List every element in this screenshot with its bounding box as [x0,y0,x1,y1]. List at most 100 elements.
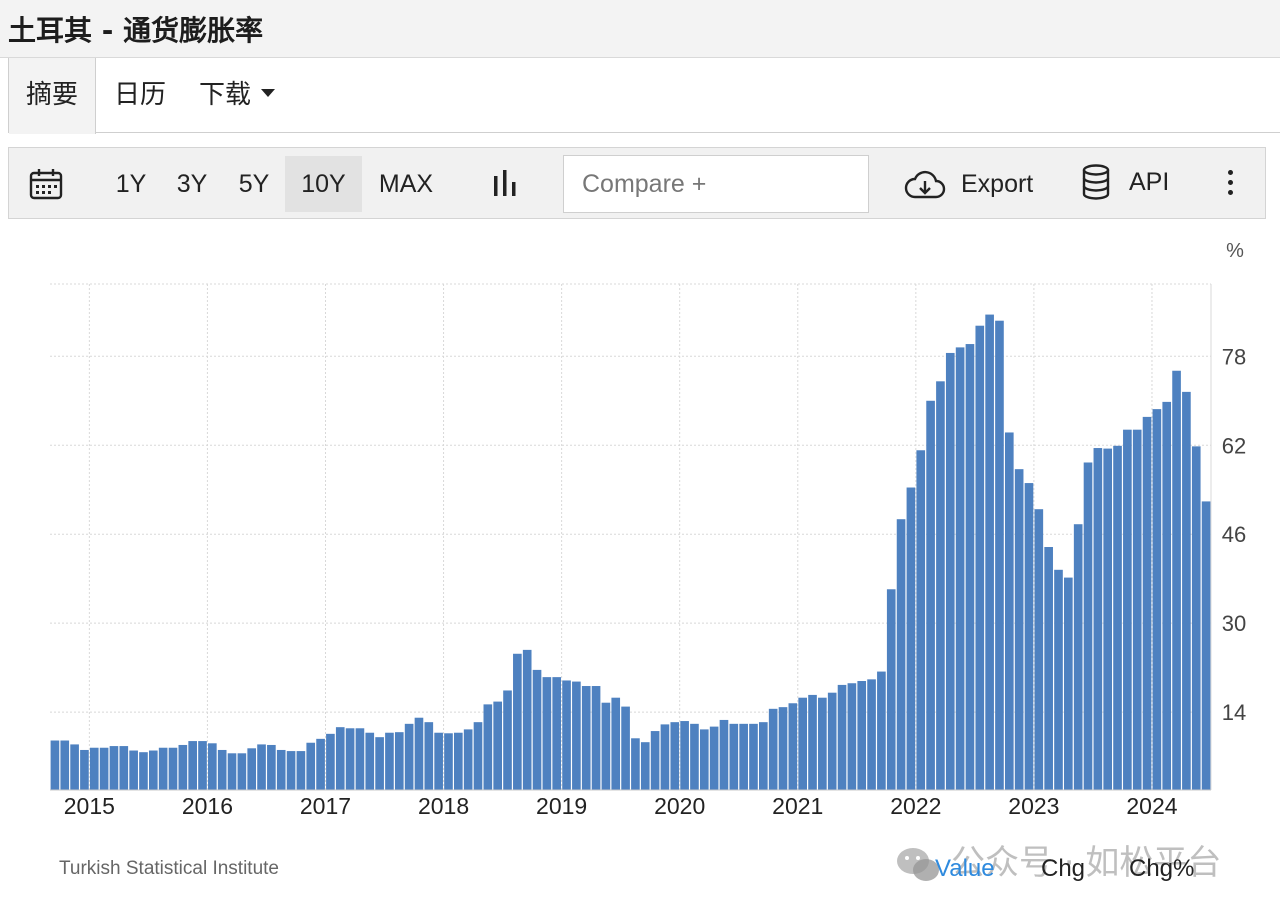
bar [463,729,473,790]
bar [886,589,896,790]
bar [591,686,601,790]
range-3y-button[interactable]: 3Y [166,156,218,212]
bar [896,519,906,790]
bar [621,706,630,790]
bar [1191,446,1201,790]
bar [424,722,434,790]
bar [650,731,660,790]
bar [532,669,542,790]
bar [513,653,522,790]
y-unit-label: % [1226,240,1244,262]
tab-download[interactable]: 下载 [199,58,276,133]
bar [1044,547,1053,790]
tab-calendar[interactable]: 日历 [114,58,166,133]
bar [719,719,729,790]
tab-bar: 摘要 日历 下载 [8,58,1280,134]
bar [965,344,975,790]
bar [1113,445,1122,790]
bar [749,723,758,790]
bar [257,744,266,790]
bar [857,681,867,790]
bar [631,738,640,790]
bar [99,747,109,790]
bar [355,728,365,790]
bar [119,746,129,790]
bar [316,738,325,790]
x-tick-label: 2015 [64,793,115,819]
bar [778,707,788,790]
calendar-icon[interactable] [29,168,63,200]
range-1y-button[interactable]: 1Y [105,156,157,212]
bar [955,347,965,790]
bar [798,697,808,790]
bar [453,732,463,790]
y-tick-label: 78 [1222,344,1246,369]
api-label: API [1129,168,1170,196]
more-options-icon[interactable] [1223,170,1237,200]
bar [877,671,886,790]
bar [158,747,168,790]
bar [837,684,847,790]
bar [208,743,217,790]
bar [936,381,945,790]
legend-chg[interactable]: Chg [1041,855,1085,883]
bar [690,723,699,790]
bar [906,487,916,790]
bar [306,742,316,790]
bar [552,677,562,790]
bar [483,704,493,790]
tab-summary[interactable]: 摘要 [9,58,96,134]
bar [847,683,857,790]
bar [1083,462,1093,790]
bar [237,753,247,790]
bar [916,450,926,790]
bar [493,701,502,790]
bar [326,733,335,790]
bar [227,753,237,790]
bar [562,680,571,790]
bar [709,726,719,790]
bar [60,740,70,790]
range-max-button[interactable]: MAX [371,156,441,212]
source-label: Turkish Statistical Institute [59,858,279,879]
bar [827,692,837,790]
x-tick-label: 2020 [654,793,705,819]
x-tick-label: 2016 [182,793,233,819]
bar [198,741,207,790]
bar [335,727,345,790]
legend-value[interactable]: Value [935,855,995,883]
bar [1152,409,1162,790]
x-tick-label: 2024 [1126,793,1177,819]
bar [385,732,394,790]
x-tick-label: 2019 [536,793,587,819]
chart-toolbar: 1Y 3Y 5Y 10Y MAX Compare + Export API [8,147,1266,219]
range-10y-button[interactable]: 10Y [285,156,362,212]
bar [818,697,827,790]
bar [680,721,689,790]
compare-input[interactable]: Compare + [563,155,869,213]
bar [1103,448,1113,790]
bar [768,708,778,790]
bar [375,737,384,790]
bar [1123,429,1132,790]
bar [759,722,768,790]
inflation-bar-chart: 14 30 46 62 78% 2015 2016 2017 2018 2019 2020 2021 2… [50,240,1246,819]
bar-chart-icon[interactable] [490,168,520,198]
bar [129,750,138,790]
bar [345,728,355,790]
database-icon [1082,164,1110,200]
y-tick-label: 30 [1222,611,1246,636]
bar [611,697,621,790]
legend-chg-pct[interactable]: Chg% [1129,855,1194,883]
bar [168,747,178,790]
y-tick-label: 46 [1222,522,1246,547]
bar [788,703,798,790]
bar [1004,432,1014,790]
bar [945,352,955,790]
bar [1073,524,1083,790]
bar [1034,509,1044,790]
bar [581,686,591,790]
bar [542,677,552,790]
range-5y-button[interactable]: 5Y [228,156,280,212]
bar [80,749,89,790]
